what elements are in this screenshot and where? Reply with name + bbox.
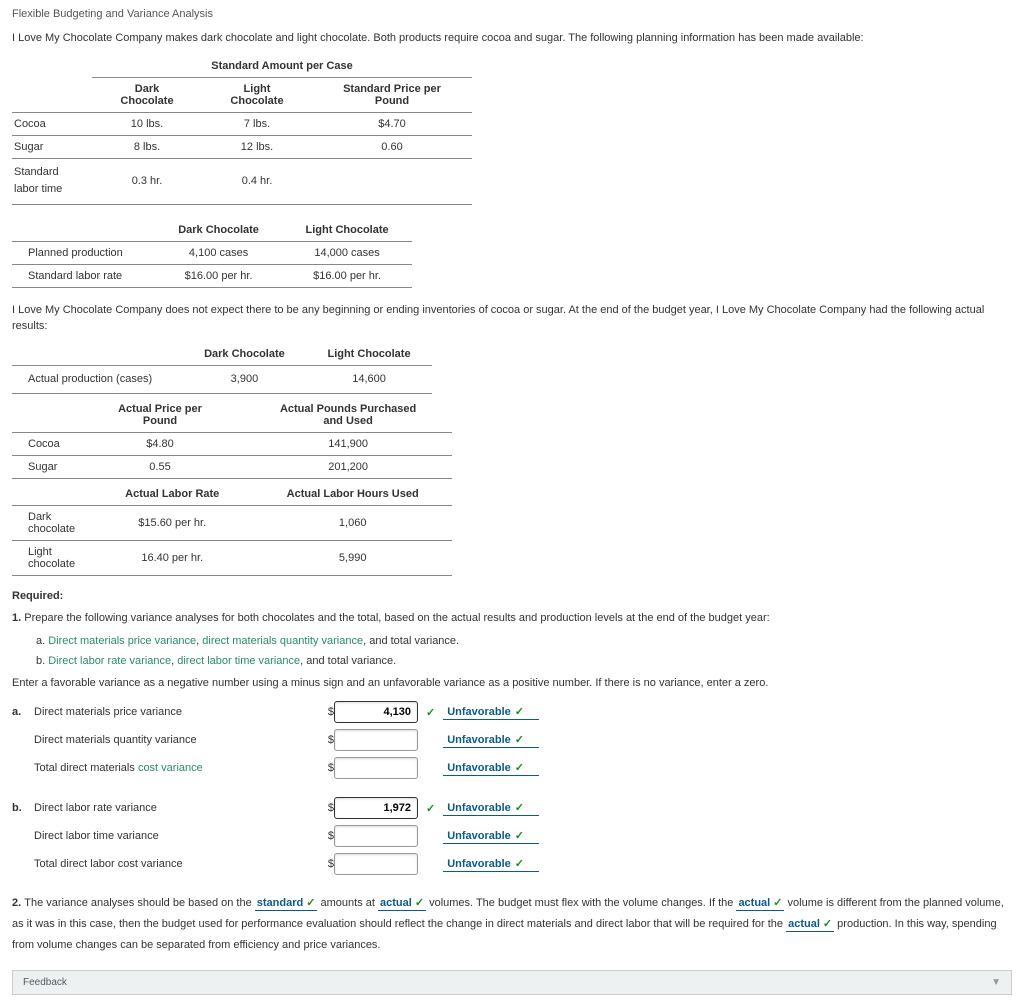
input-dl-total-variance[interactable]	[334, 853, 418, 875]
entry-instructions: Enter a favorable variance as a negative…	[12, 675, 1012, 692]
required-heading: Required:	[12, 590, 1012, 602]
planned-production-table: Dark ChocolateLight Chocolate Planned pr…	[12, 219, 412, 288]
actual-price-table: Actual Price perPoundActual Pounds Purch…	[12, 398, 452, 479]
check-icon: ✓	[426, 706, 435, 719]
answer-block-b: b. Direct labor rate variance $ ✓ Unfavo…	[12, 797, 1012, 875]
dropdown-dm-price-fav[interactable]: Unfavorable✓	[443, 705, 539, 720]
mid-text: I Love My Chocolate Company does not exp…	[12, 302, 1012, 335]
dropdown-q2-actual3[interactable]: actual✓	[786, 918, 834, 932]
dropdown-dl-time-fav[interactable]: Unfavorable✓	[443, 829, 539, 844]
link-cost-variance[interactable]: cost variance	[138, 762, 203, 774]
dropdown-dm-total-fav[interactable]: Unfavorable✓	[443, 761, 539, 776]
actual-production-table: Dark ChocolateLight Chocolate Actual pro…	[12, 343, 432, 395]
input-dm-qty-variance[interactable]	[334, 729, 418, 751]
question-2: 2. The variance analyses should be based…	[12, 893, 1012, 956]
actual-labor-table: Actual Labor RateActual Labor Hours Used…	[12, 483, 452, 576]
answer-block-a: a. Direct materials price variance $ ✓ U…	[12, 701, 1012, 779]
chevron-down-icon: ▼	[991, 977, 1001, 988]
input-dm-price-variance[interactable]	[334, 701, 418, 723]
feedback-bar[interactable]: Feedback ▼	[12, 970, 1012, 995]
check-icon: ✓	[426, 802, 435, 815]
dropdown-q2-standard[interactable]: standard✓	[255, 897, 318, 911]
link-dl-rate-variance[interactable]: Direct labor rate variance	[48, 655, 171, 667]
feedback-label: Feedback	[23, 977, 67, 988]
input-dm-total-variance[interactable]	[334, 757, 418, 779]
standard-amount-table: Standard Amount per Case DarkChocolate L…	[12, 55, 472, 205]
link-dl-time-variance[interactable]: direct labor time variance	[177, 655, 300, 667]
question-1: 1. Prepare the following variance analys…	[12, 610, 1012, 627]
input-dl-rate-variance[interactable]	[334, 797, 418, 819]
link-dm-price-variance[interactable]: Direct materials price variance	[48, 635, 196, 647]
dropdown-dl-rate-fav[interactable]: Unfavorable✓	[443, 801, 539, 816]
page-title: Flexible Budgeting and Variance Analysis	[12, 8, 1012, 20]
dropdown-q2-actual1[interactable]: actual✓	[378, 897, 426, 911]
dropdown-dl-total-fav[interactable]: Unfavorable✓	[443, 857, 539, 872]
question-1b: b. Direct labor rate variance, direct la…	[36, 655, 1012, 667]
input-dl-time-variance[interactable]	[334, 825, 418, 847]
dropdown-dm-qty-fav[interactable]: Unfavorable✓	[443, 733, 539, 748]
question-1a: a. Direct materials price variance, dire…	[36, 635, 1012, 647]
dropdown-q2-actual2[interactable]: actual✓	[736, 897, 784, 911]
intro-text: I Love My Chocolate Company makes dark c…	[12, 30, 1012, 47]
link-dm-qty-variance[interactable]: direct materials quantity variance	[202, 635, 363, 647]
